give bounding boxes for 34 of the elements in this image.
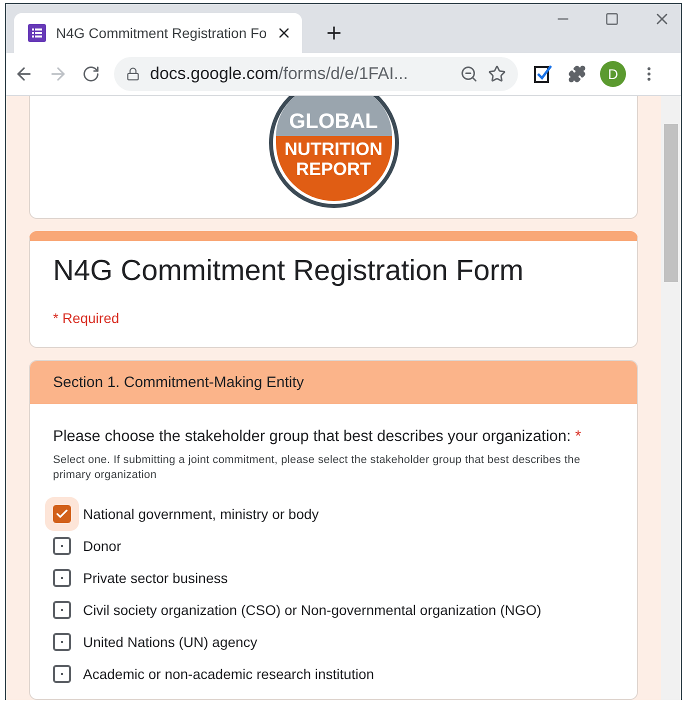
puzzle-icon[interactable]: [568, 65, 586, 83]
zoom-out-icon[interactable]: [460, 65, 478, 83]
tab-title: N4G Commitment Registration Fo: [56, 25, 266, 41]
url-text: docs.google.com/forms/d/e/1FAI...: [150, 64, 409, 84]
check-icon: [55, 506, 69, 521]
checkbox-icon[interactable]: [532, 63, 554, 85]
option-label: Civil society organization (CSO) or Non-governmental organization (NGO): [83, 602, 542, 618]
form-title: N4G Commitment Registration Form: [53, 255, 525, 288]
logo-text: NUTRITION: [284, 140, 382, 160]
checkbox[interactable]: [53, 568, 71, 587]
option-label: Donor: [83, 538, 122, 554]
lock-icon: [126, 67, 140, 81]
checkbox[interactable]: [53, 632, 71, 651]
address-bar[interactable]: docs.google.com/forms/d/e/1FAI...: [114, 57, 518, 91]
option-label: United Nations (UN) agency: [83, 634, 258, 650]
option-label: Academic or non-academic research institution: [83, 666, 374, 682]
checkbox[interactable]: [53, 664, 71, 683]
required-note: * Required: [53, 310, 120, 326]
logo-text: GLOBAL: [289, 110, 378, 134]
help-text: Select one. If submitting a joint commitment, please select the stakeholder group that best describes the primary organization: [53, 452, 582, 483]
checkbox[interactable]: [53, 600, 71, 619]
checkbox[interactable]: [53, 504, 71, 523]
logo-text: REPORT: [296, 160, 371, 180]
star-icon[interactable]: [488, 65, 506, 83]
maximize-icon[interactable]: [605, 10, 619, 28]
reload-icon[interactable]: [82, 65, 100, 83]
question-text: Please choose the stakeholder group that best describes your organization: *: [53, 428, 582, 446]
option-label: Private sector business: [83, 570, 228, 586]
checkbox[interactable]: [53, 536, 71, 555]
forms-icon: [28, 24, 46, 42]
option-label: National government, ministry or body: [83, 506, 319, 522]
browser-tab[interactable]: N4G Commitment Registration Fo: [14, 13, 302, 53]
scrollbar-thumb[interactable]: [664, 124, 678, 282]
section-header: Section 1. Commitment-Making Entity: [30, 360, 637, 404]
